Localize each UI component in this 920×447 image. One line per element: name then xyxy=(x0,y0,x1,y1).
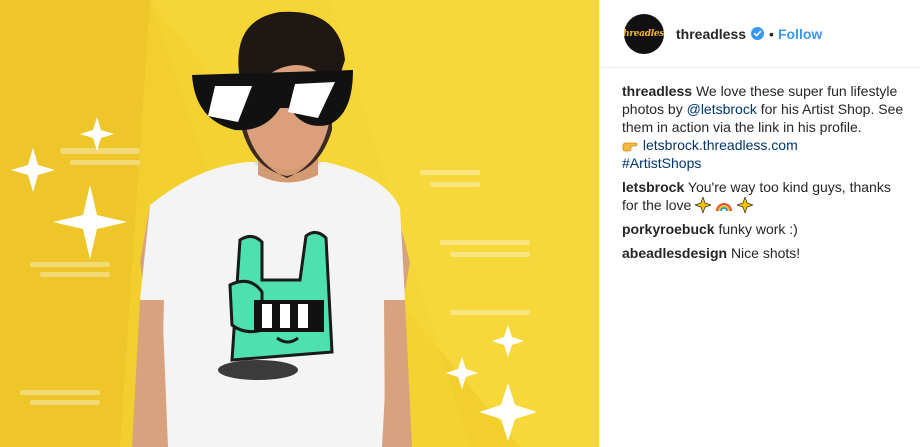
comment-username[interactable]: porkyroebuck xyxy=(622,221,715,237)
post-photo[interactable] xyxy=(0,0,599,447)
comment-item: letsbrock You're way too kind guys, than… xyxy=(622,178,906,215)
instagram-post: threadless threadless • Follow threadles… xyxy=(0,0,920,447)
sparkle-icon xyxy=(735,195,755,215)
post-header: threadless threadless • Follow xyxy=(600,0,920,68)
follow-button[interactable]: Follow xyxy=(778,26,822,42)
photo-illustration xyxy=(0,0,599,447)
avatar-logo-text: threadless xyxy=(624,28,664,39)
caption-username[interactable]: threadless xyxy=(622,83,692,99)
caption-url-link[interactable]: letsbrock.threadless.com xyxy=(643,137,798,153)
caption: threadless We love these super fun lifes… xyxy=(622,82,906,172)
comment-item: porkyroebuck funky work :) xyxy=(622,220,906,238)
avatar[interactable]: threadless xyxy=(624,13,664,54)
header-username[interactable]: threadless xyxy=(676,26,746,42)
post-sidebar: threadless threadless • Follow threadles… xyxy=(599,0,920,447)
header-separator: • xyxy=(769,25,774,42)
comment-text: Nice shots! xyxy=(730,245,801,261)
sparkle-icon xyxy=(694,195,713,215)
comments-section: threadless We love these super fun lifes… xyxy=(600,68,920,262)
caption-hashtag-link[interactable]: #ArtistShops xyxy=(622,155,701,171)
comment-item: abeadlesdesign Nice shots! xyxy=(622,244,906,262)
caption-mention-link[interactable]: @letsbrock xyxy=(687,101,757,117)
comment-text: funky work :) xyxy=(718,221,798,237)
comment-username[interactable]: letsbrock xyxy=(622,179,684,195)
rainbow-icon xyxy=(716,197,733,213)
verified-badge-icon xyxy=(751,27,765,40)
comment-username[interactable]: abeadlesdesign xyxy=(622,245,727,261)
pointing-hand-icon xyxy=(622,137,638,153)
